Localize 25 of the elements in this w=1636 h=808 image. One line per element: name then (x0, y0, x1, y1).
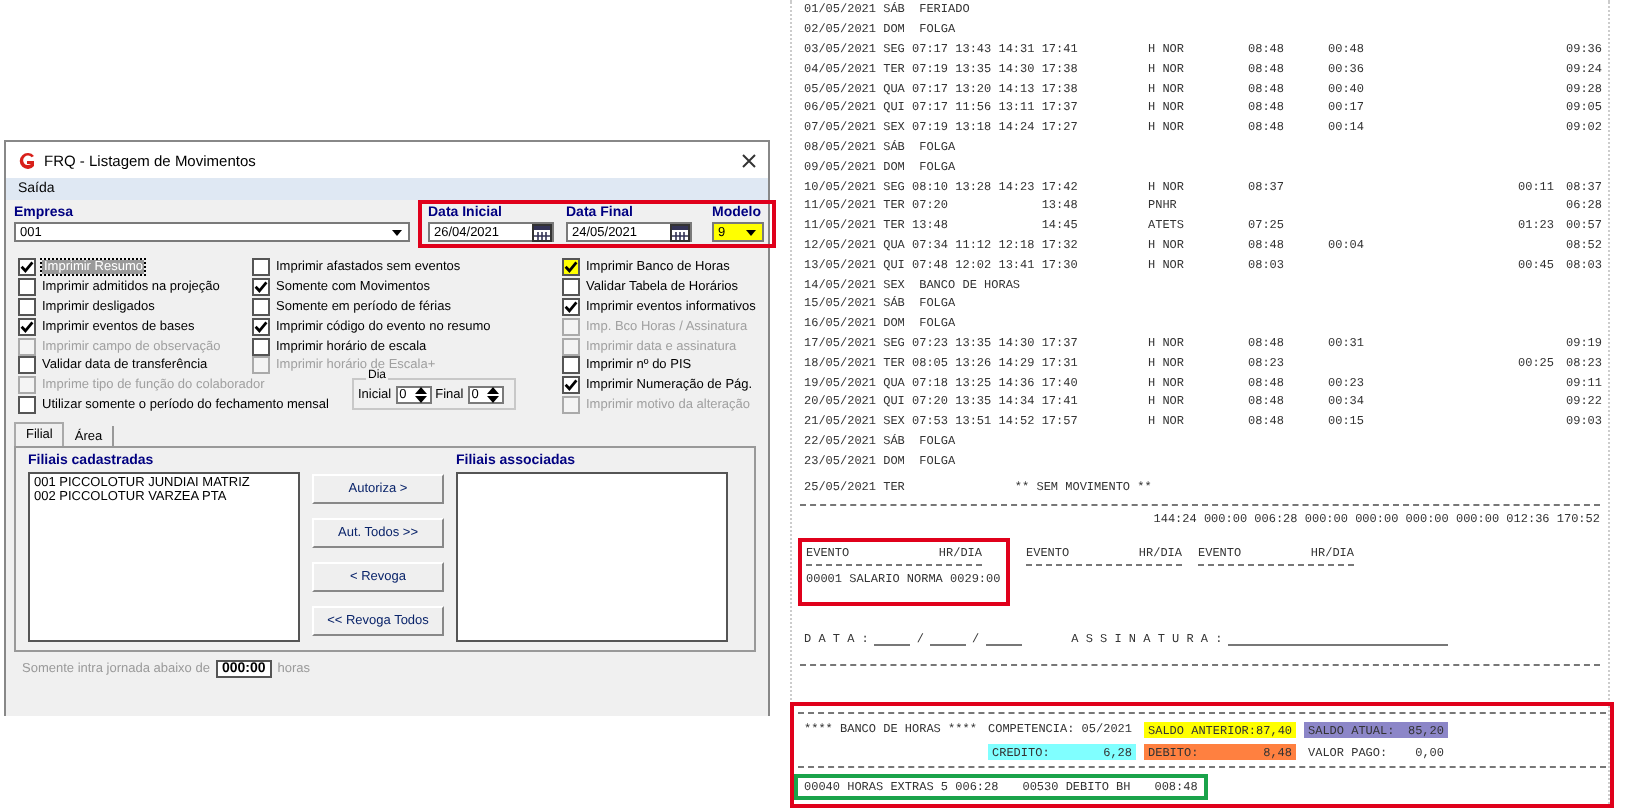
checkbox[interactable] (18, 395, 36, 414)
calendar-icon[interactable] (670, 223, 690, 241)
checkbox[interactable] (562, 356, 580, 375)
checkbox[interactable] (252, 317, 270, 336)
checkbox[interactable] (18, 297, 36, 316)
checkbox[interactable] (18, 278, 36, 297)
dropdown-arrow-icon[interactable] (392, 229, 402, 235)
spinner-arrows-icon[interactable] (485, 386, 500, 405)
checkbox[interactable] (252, 278, 270, 297)
checkbox[interactable] (252, 258, 270, 277)
spinner-arrows-icon[interactable] (413, 386, 428, 405)
calendar-icon[interactable] (532, 223, 552, 241)
checkbox[interactable] (562, 278, 580, 297)
dropdown-arrow-icon[interactable] (746, 229, 756, 235)
checkbox[interactable] (252, 337, 270, 356)
checkbox[interactable] (562, 258, 580, 277)
checkbox[interactable] (18, 356, 36, 375)
close-icon[interactable] (742, 153, 756, 167)
app-logo-icon (18, 151, 36, 169)
checkbox[interactable] (18, 258, 36, 277)
checkbox[interactable] (18, 317, 36, 336)
checkbox[interactable] (562, 297, 580, 316)
list-box[interactable] (456, 472, 728, 642)
checkbox[interactable] (252, 297, 270, 316)
checkbox[interactable] (562, 376, 580, 395)
